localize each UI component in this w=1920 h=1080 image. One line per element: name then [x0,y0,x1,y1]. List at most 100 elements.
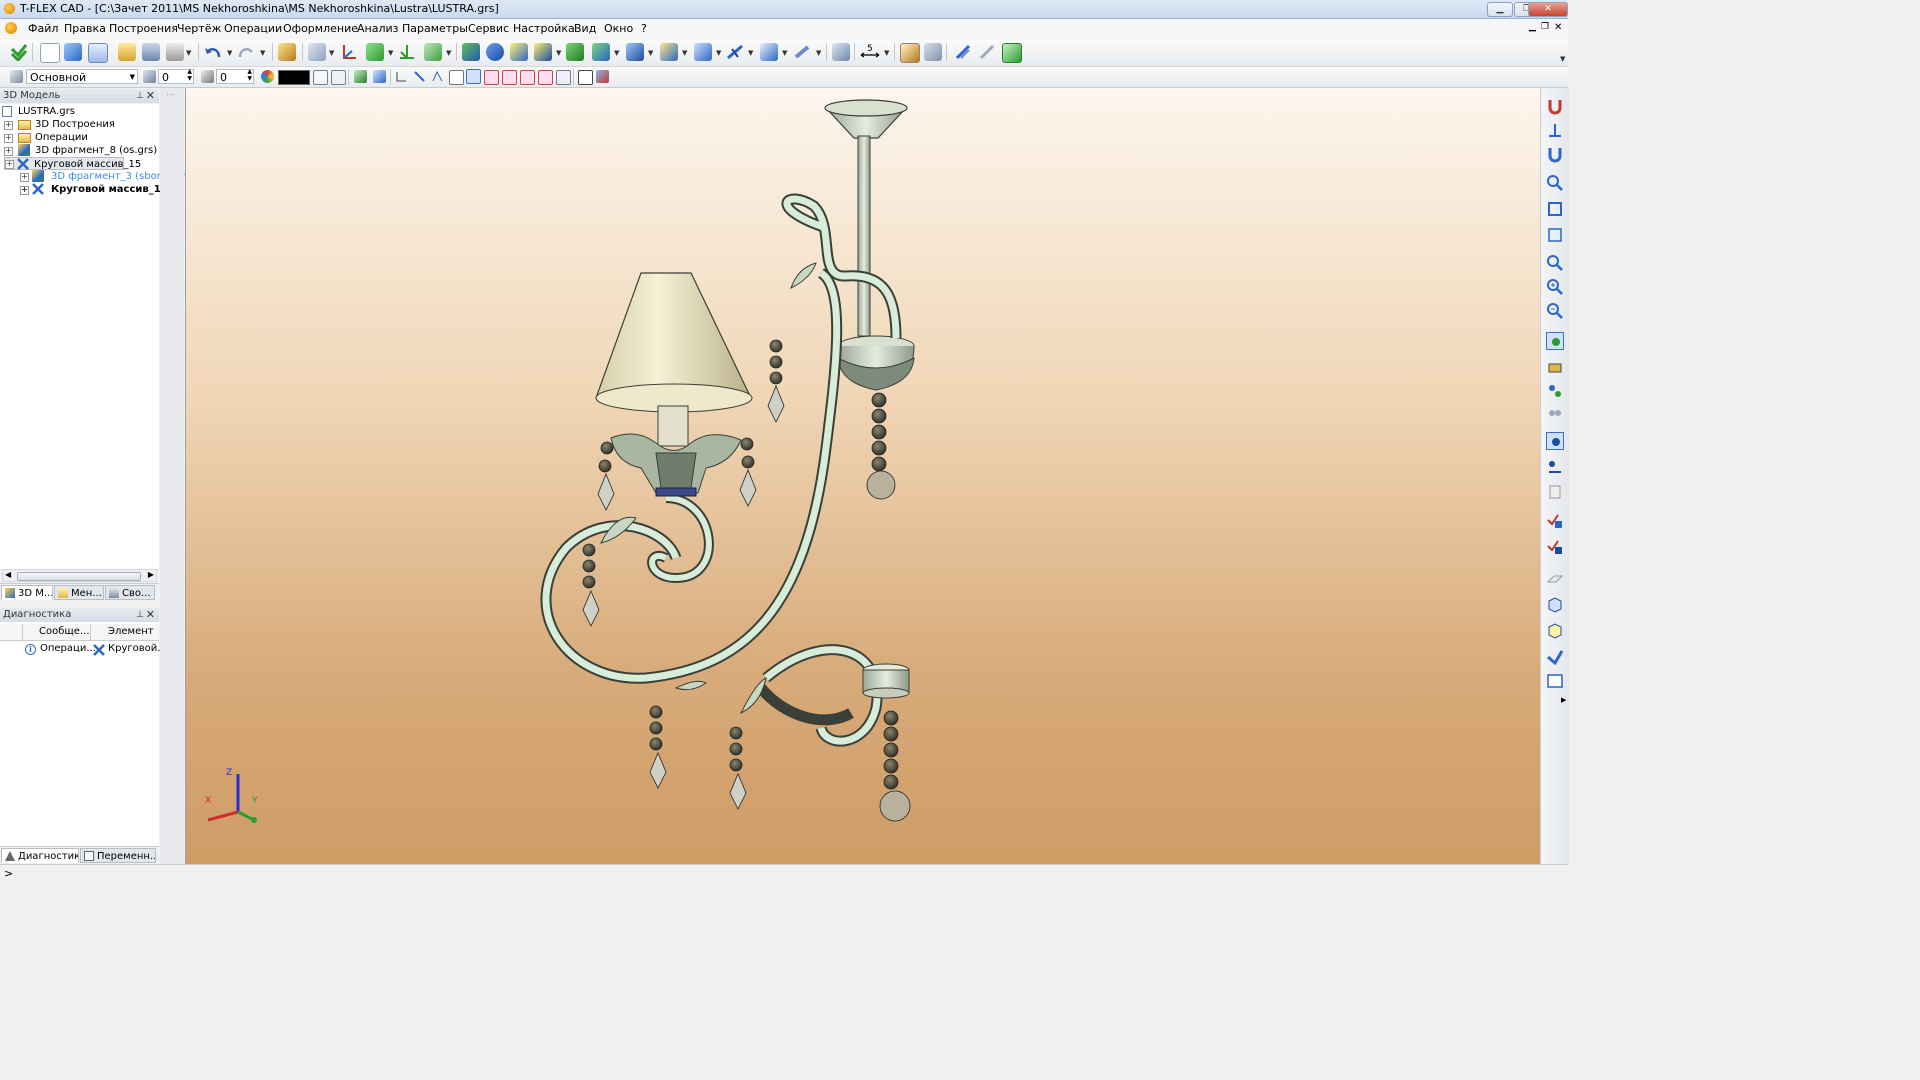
color-swatch[interactable] [278,70,310,85]
tree-item-circular-array[interactable]: + Круговой массив_15 [4,157,141,170]
orbit-icon[interactable] [1546,382,1564,400]
render-check-icon[interactable] [1546,648,1564,666]
new-drawing-icon[interactable] [88,43,108,63]
section-icon[interactable] [760,43,778,61]
render-icon[interactable] [596,70,609,83]
pan-icon[interactable] [1546,358,1564,376]
walk-icon[interactable] [1546,432,1564,450]
window-frame-icon[interactable] [1546,672,1564,690]
close-button[interactable]: ✕ [1528,2,1568,17]
save-icon[interactable] [142,43,160,61]
panel-splitter[interactable]: ⋯ [160,88,184,864]
menu-design[interactable]: Оформление [283,22,358,35]
menu-edit[interactable]: Правка [64,22,106,35]
tab-properties[interactable]: Сво... [105,585,155,600]
array-icon[interactable] [626,43,644,61]
selector-icon[interactable] [331,70,346,85]
fragment-window-icon[interactable] [1002,43,1022,63]
sheet-metal-icon[interactable] [794,43,812,61]
pin-icon[interactable]: ⊥ [136,89,144,103]
zoom-window-icon[interactable] [1546,174,1564,192]
layer-select[interactable]: Основной ▼ [26,69,138,84]
boolean-icon[interactable] [566,43,584,61]
fillet-dropdown-icon[interactable]: ▼ [614,49,619,57]
menu-drawing[interactable]: Чертёж [177,22,221,35]
expand-icon[interactable]: + [20,186,29,195]
plane-view-icon[interactable] [1546,568,1564,586]
color-palette-icon[interactable] [261,70,274,83]
tab-diagnostics[interactable]: Диагностика [1,848,79,863]
document-menu-icon[interactable] [5,22,17,34]
undo-icon[interactable] [204,43,222,61]
print-icon[interactable] [166,43,184,61]
extrude-icon[interactable] [462,43,480,61]
menu-analysis[interactable]: Анализ [357,22,399,35]
dimension-icon[interactable]: 5 [860,43,880,61]
close-icon[interactable]: ✕ [146,608,155,622]
rotate-view-icon[interactable] [1546,332,1564,350]
diag-row[interactable]: i Операци... Круговой... [0,643,167,657]
print-dropdown-icon[interactable]: ▼ [186,49,191,57]
view-box-icon[interactable] [578,70,593,85]
section-dropdown-icon[interactable]: ▼ [782,49,787,57]
scroll-left-icon[interactable]: ◀ [5,570,11,579]
scroll-thumb[interactable] [17,572,141,581]
snap-icon[interactable] [1546,122,1564,140]
select-loop-icon[interactable] [431,70,444,83]
diag-col-message[interactable]: Сообще... [39,626,90,637]
menu-service[interactable]: Сервис [468,22,509,35]
doc-minimize-button[interactable]: ▁ [1529,22,1536,32]
tree-h-scrollbar[interactable]: ◀ ▶ [2,569,157,582]
dimension-dropdown-icon[interactable]: ▼ [884,49,889,57]
expand-icon[interactable]: + [5,160,14,169]
trim-dropdown-icon[interactable]: ▼ [748,49,753,57]
menu-help[interactable]: ? [641,22,647,35]
new-document-icon[interactable] [40,43,60,63]
select-body-icon[interactable] [466,69,481,84]
expand-icon[interactable]: + [4,121,13,130]
new-3d-model-icon[interactable] [64,43,82,61]
menu-operations[interactable]: Операции [224,22,282,35]
rotate-icon[interactable] [486,43,504,61]
diag-col-element[interactable]: Элемент [108,626,154,637]
command-prompt[interactable]: > [4,867,13,880]
undo-dropdown-icon[interactable]: ▼ [227,49,232,57]
spinner-icon[interactable]: ▲ ▼ [187,68,192,82]
zoom-icon[interactable] [1546,254,1564,272]
3d-profile-dropdown-icon[interactable]: ▼ [446,49,451,57]
pin-icon[interactable]: ⊥ [136,608,144,622]
expand-icon[interactable]: + [4,147,13,156]
sweep-dropdown-icon[interactable]: ▼ [556,49,561,57]
sheet-metal-dropdown-icon[interactable]: ▼ [816,49,821,57]
copy-view-icon[interactable] [1546,484,1564,502]
shell-dropdown-icon[interactable]: ▼ [682,49,687,57]
level-field[interactable]: 0 ▲ ▼ [158,68,194,84]
doc-restore-button[interactable]: ❐ [1541,22,1549,32]
fit-selection-icon[interactable] [1546,226,1564,244]
check-multi-icon[interactable] [1546,538,1564,556]
select-group-icon[interactable] [556,70,571,85]
menu-window[interactable]: Окно [604,22,633,35]
measure-icon[interactable] [900,43,920,63]
doc-close-button[interactable]: ✕ [1554,22,1562,33]
menu-construct[interactable]: Построения [109,22,178,35]
mesh-icon[interactable] [832,43,850,61]
3d-node-dropdown-icon[interactable]: ▼ [388,49,393,57]
expand-icon[interactable]: + [20,173,29,182]
redo-dropdown-icon[interactable]: ▼ [260,49,265,57]
menu-settings[interactable]: Настройка [513,22,575,35]
toolbar-overflow-icon[interactable]: ▼ [1560,55,1565,63]
check-box-icon[interactable] [1546,512,1564,530]
priority-field[interactable]: 0 ▲ ▼ [216,68,254,84]
unlink-icon[interactable] [978,43,996,61]
snap-node-icon[interactable] [354,70,367,83]
lcs-icon[interactable] [340,43,358,61]
3d-viewport[interactable]: Z X Y [185,88,1540,864]
toolbar-overflow-icon[interactable]: ▶ [1561,696,1566,704]
minimize-button[interactable]: ▁ [1487,2,1513,17]
tab-variables[interactable]: Переменн... [80,848,156,863]
open-icon[interactable] [118,43,136,61]
spinner-icon[interactable]: ▲ ▼ [247,68,252,82]
redo-icon[interactable] [237,43,255,61]
tab-menu[interactable]: Мен... [54,585,104,600]
